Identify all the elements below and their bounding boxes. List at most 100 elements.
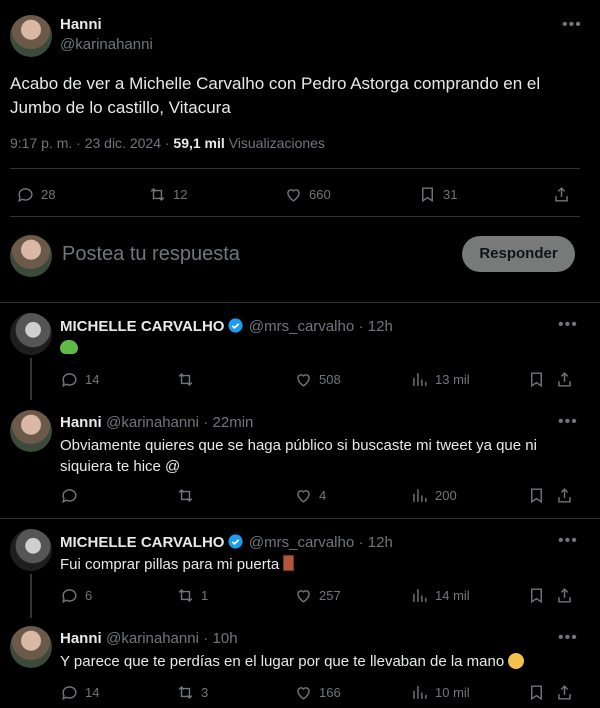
views-count: 13 mil <box>435 372 470 387</box>
author-handle[interactable]: @karinahanni <box>106 630 199 647</box>
more-options-icon[interactable]: ••• <box>558 413 578 431</box>
avatar[interactable] <box>10 15 52 57</box>
avatar[interactable] <box>10 410 52 452</box>
bookmark-icon <box>531 488 542 504</box>
retweet-button[interactable]: 1 <box>176 586 208 605</box>
bookmark-button[interactable] <box>527 370 546 389</box>
reply-text: Y parece que te perdías en el lugar por … <box>60 653 505 670</box>
thread-line <box>30 574 32 618</box>
like-count: 660 <box>309 187 331 202</box>
reply-icon <box>62 489 77 504</box>
author-handle[interactable]: @mrs_carvalho <box>249 534 354 551</box>
reply-icon <box>18 188 33 203</box>
views-button[interactable]: 200 <box>410 486 457 505</box>
like-count: 257 <box>319 588 341 603</box>
like-count: 4 <box>319 488 327 503</box>
analytics-icon <box>413 489 427 502</box>
reply-time[interactable]: · 12h <box>359 318 393 335</box>
retweet-button[interactable]: 12 <box>148 185 187 204</box>
bookmark-button[interactable]: 31 <box>418 185 457 204</box>
more-options-icon[interactable]: ••• <box>558 629 578 647</box>
reply-text: Fui comprar pillas para mi puerta <box>60 556 280 573</box>
retweet-button[interactable]: 3 <box>176 683 208 702</box>
avatar[interactable] <box>10 529 52 571</box>
divider <box>10 168 580 169</box>
retweet-button[interactable] <box>176 370 201 389</box>
share-button[interactable] <box>555 486 574 505</box>
avatar[interactable] <box>10 626 52 668</box>
views-count: 59,1 mil <box>173 135 225 151</box>
retweet-icon <box>178 372 193 387</box>
divider <box>0 518 600 519</box>
heart-icon <box>297 687 310 700</box>
more-options-icon[interactable]: ••• <box>562 16 582 34</box>
reply-input[interactable]: Postea tu respuesta <box>62 243 240 266</box>
reply-count: 6 <box>85 588 93 603</box>
door-emoji-icon <box>283 555 295 571</box>
reply-button[interactable]: 6 <box>60 586 92 605</box>
frog-emoji-icon <box>60 340 78 354</box>
reply-time[interactable]: · 22min <box>203 414 253 431</box>
reply-icon <box>62 589 77 604</box>
share-icon <box>558 588 571 603</box>
retweet-count: 3 <box>201 685 209 700</box>
author-handle[interactable]: @karinahanni <box>106 414 199 431</box>
retweet-button[interactable] <box>176 486 201 505</box>
bookmark-icon <box>531 685 542 701</box>
author-handle[interactable]: @mrs_carvalho <box>249 318 354 335</box>
share-icon <box>558 488 571 503</box>
heart-icon <box>297 590 310 603</box>
author-name[interactable]: Hanni <box>60 16 153 33</box>
author-name[interactable]: Hanni <box>60 630 102 647</box>
reply-submit-button[interactable]: Responder <box>462 236 575 272</box>
heart-icon <box>297 374 310 387</box>
bookmark-button[interactable] <box>527 683 546 702</box>
share-button[interactable] <box>552 185 571 204</box>
reply-icon <box>62 373 77 388</box>
analytics-icon <box>413 686 427 699</box>
more-options-icon[interactable]: ••• <box>558 316 578 334</box>
author-handle[interactable]: @karinahanni <box>60 36 153 53</box>
reply-button[interactable] <box>60 486 85 505</box>
avatar[interactable] <box>10 313 52 355</box>
views-button[interactable]: 10 mil <box>410 683 470 702</box>
share-button[interactable] <box>555 370 574 389</box>
bookmark-button[interactable] <box>527 586 546 605</box>
verified-badge-icon <box>228 318 244 333</box>
author-name[interactable]: MICHELLE CARVALHO <box>60 534 224 551</box>
timestamp[interactable]: 9:17 p. m. · 23 dic. 2024 · <box>10 135 170 151</box>
more-options-icon[interactable]: ••• <box>558 532 578 550</box>
reply-button[interactable]: 14 <box>60 370 99 389</box>
bookmark-button[interactable] <box>527 486 546 505</box>
like-button[interactable]: 660 <box>284 185 331 204</box>
like-button[interactable]: 257 <box>294 586 341 605</box>
views-count: 200 <box>435 488 457 503</box>
share-button[interactable] <box>555 586 574 605</box>
verified-badge-icon <box>228 534 244 549</box>
views-button[interactable]: 13 mil <box>410 370 470 389</box>
reply-text: Obviamente quieres que se haga público s… <box>60 437 537 475</box>
avatar <box>10 235 52 277</box>
like-button[interactable]: 166 <box>294 683 341 702</box>
reply-icon <box>62 686 77 701</box>
author-name[interactable]: Hanni <box>60 414 102 431</box>
retweet-count: 1 <box>201 588 209 603</box>
reply-button[interactable]: 28 <box>16 185 55 204</box>
like-button[interactable]: 508 <box>294 370 341 389</box>
share-button[interactable] <box>555 683 574 702</box>
face-emoji-icon <box>508 653 525 669</box>
author-name[interactable]: MICHELLE CARVALHO <box>60 318 224 335</box>
like-button[interactable]: 4 <box>294 486 326 505</box>
like-count: 508 <box>319 372 341 387</box>
bookmark-icon <box>531 372 542 388</box>
views-button[interactable]: 14 mil <box>410 586 470 605</box>
reply-count: 14 <box>85 372 100 387</box>
retweet-icon <box>178 588 193 603</box>
retweet-icon <box>178 685 193 700</box>
reply-button[interactable]: 14 <box>60 683 99 702</box>
reply-time[interactable]: · 12h <box>359 534 393 551</box>
retweet-icon <box>178 488 193 503</box>
reply-time[interactable]: · 10h <box>203 630 237 647</box>
retweet-count: 12 <box>173 187 188 202</box>
bookmark-icon <box>422 187 433 203</box>
